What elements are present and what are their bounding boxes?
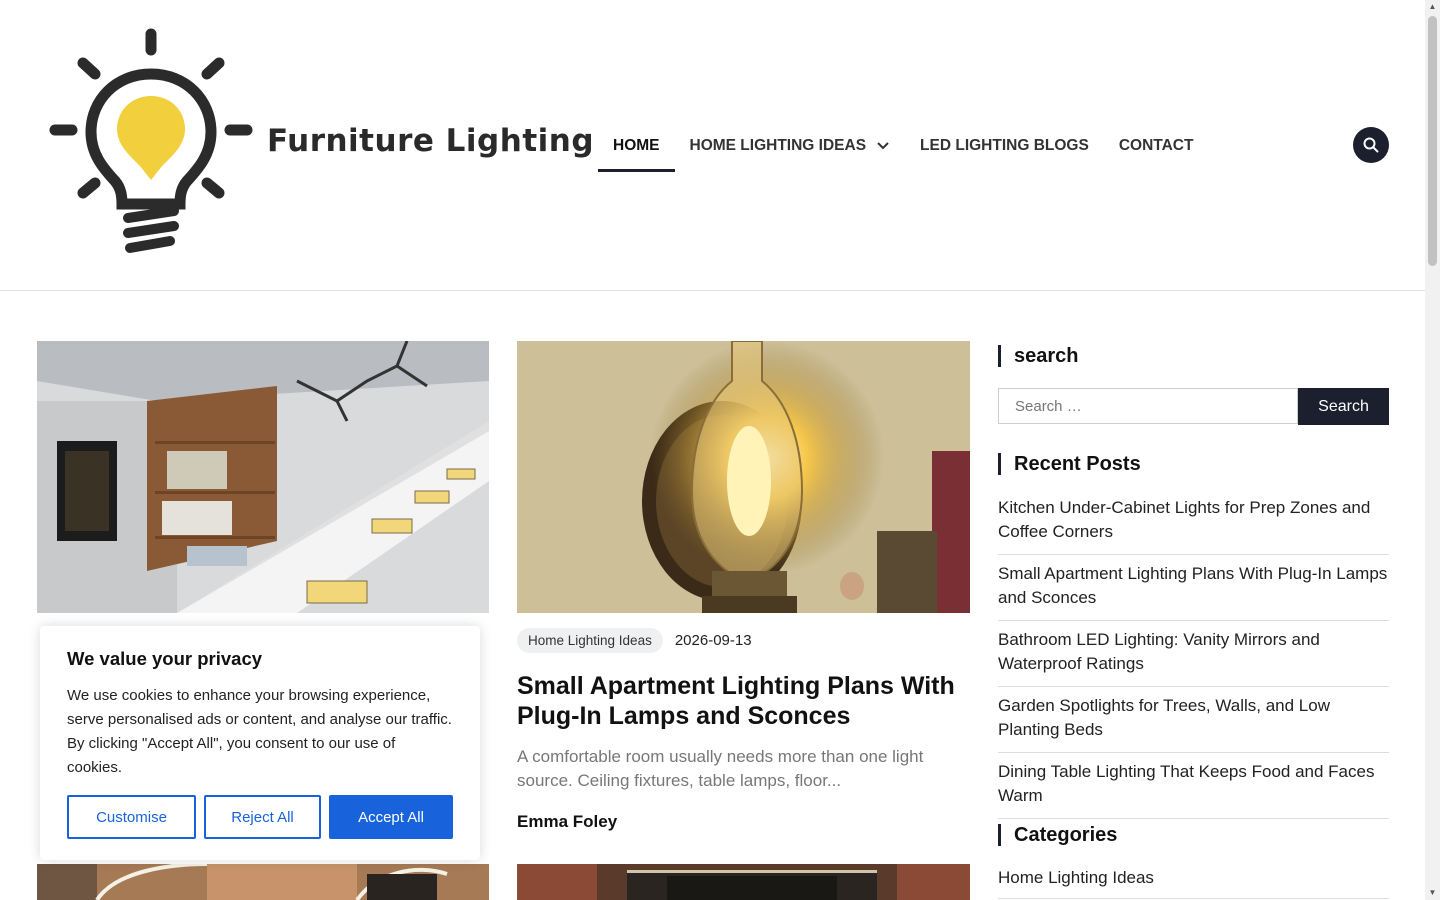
nav-item-label: Home <box>613 137 660 154</box>
categories-title: Categories <box>998 824 1117 846</box>
post-thumbnail-mirror[interactable] <box>37 864 489 900</box>
scrollbar-thumb[interactable] <box>1428 16 1437 266</box>
cookie-consent-banner: We value your privacy We use cookies to … <box>40 626 480 860</box>
site-title[interactable]: Furniture Lighting <box>267 123 594 159</box>
nav-item-led-lighting-blogs[interactable]: LED Lighting Blogs <box>905 120 1104 172</box>
recent-posts-list: Kitchen Under-Cabinet Lights for Prep Zo… <box>998 494 1389 824</box>
nav-item-label: Contact <box>1118 137 1194 154</box>
sidebar-search-input[interactable] <box>998 388 1298 424</box>
main-nav: Home Home Lighting Ideas LED Lighting Bl… <box>598 120 1208 172</box>
recent-post-link[interactable]: Dining Table Lighting That Keeps Food an… <box>998 758 1389 819</box>
recent-post-link[interactable]: Bathroom LED Lighting: Vanity Mirrors an… <box>998 626 1389 687</box>
cookie-text: We use cookies to enhance your browsing … <box>67 687 452 776</box>
post-thumbnail-edison-lamp[interactable] <box>517 341 970 613</box>
cookie-actions: Customise Reject All Accept All <box>67 795 453 839</box>
site-header: Furniture Lighting Home Home Lighting Id… <box>0 0 1425 291</box>
post-author[interactable]: Emma Foley <box>517 812 617 832</box>
lightbulb-logo-icon[interactable] <box>48 28 258 258</box>
recent-post-link[interactable]: Small Apartment Lighting Plans With Plug… <box>998 560 1389 621</box>
recent-post-link[interactable]: Kitchen Under-Cabinet Lights for Prep Zo… <box>998 494 1389 555</box>
page-scrollbar[interactable]: ▲ ▼ <box>1425 0 1440 900</box>
sidebar-search-button[interactable]: Search <box>1298 388 1389 425</box>
recent-posts-title: Recent Posts <box>998 453 1141 475</box>
post-thumbnail-led-shelf[interactable] <box>37 341 489 613</box>
category-link[interactable]: Home Lighting Ideas <box>998 866 1389 899</box>
search-widget-title: search <box>998 345 1079 367</box>
accept-all-button[interactable]: Accept All <box>329 795 453 839</box>
post-excerpt: A comfortable room usually needs more th… <box>517 747 924 790</box>
post-title[interactable]: Small Apartment Lighting Plans With Plug… <box>517 671 970 731</box>
nav-item-home-lighting-ideas[interactable]: Home Lighting Ideas <box>675 120 906 172</box>
post-meta: Home Lighting Ideas 2026-09-13 <box>517 628 752 653</box>
search-icon <box>1363 137 1379 153</box>
header-search-button[interactable] <box>1353 127 1389 163</box>
recent-post-link[interactable]: Garden Spotlights for Trees, Walls, and … <box>998 692 1389 753</box>
nav-item-home[interactable]: Home <box>598 120 675 172</box>
chevron-down-icon <box>877 142 889 150</box>
nav-item-label: Home Lighting Ideas <box>689 137 867 154</box>
post-date[interactable]: 2026-09-13 <box>675 632 752 649</box>
customise-button[interactable]: Customise <box>67 795 196 839</box>
scroll-down-arrow-icon[interactable]: ▼ <box>1428 889 1437 897</box>
cookie-title: We value your privacy <box>67 648 263 669</box>
post-thumbnail-corridor[interactable] <box>517 864 970 900</box>
nav-item-contact[interactable]: Contact <box>1104 120 1209 172</box>
nav-item-label: LED Lighting Blogs <box>920 137 1089 154</box>
scroll-up-arrow-icon[interactable]: ▲ <box>1428 3 1437 11</box>
post-category-badge[interactable]: Home Lighting Ideas <box>517 628 663 653</box>
reject-all-button[interactable]: Reject All <box>204 795 321 839</box>
